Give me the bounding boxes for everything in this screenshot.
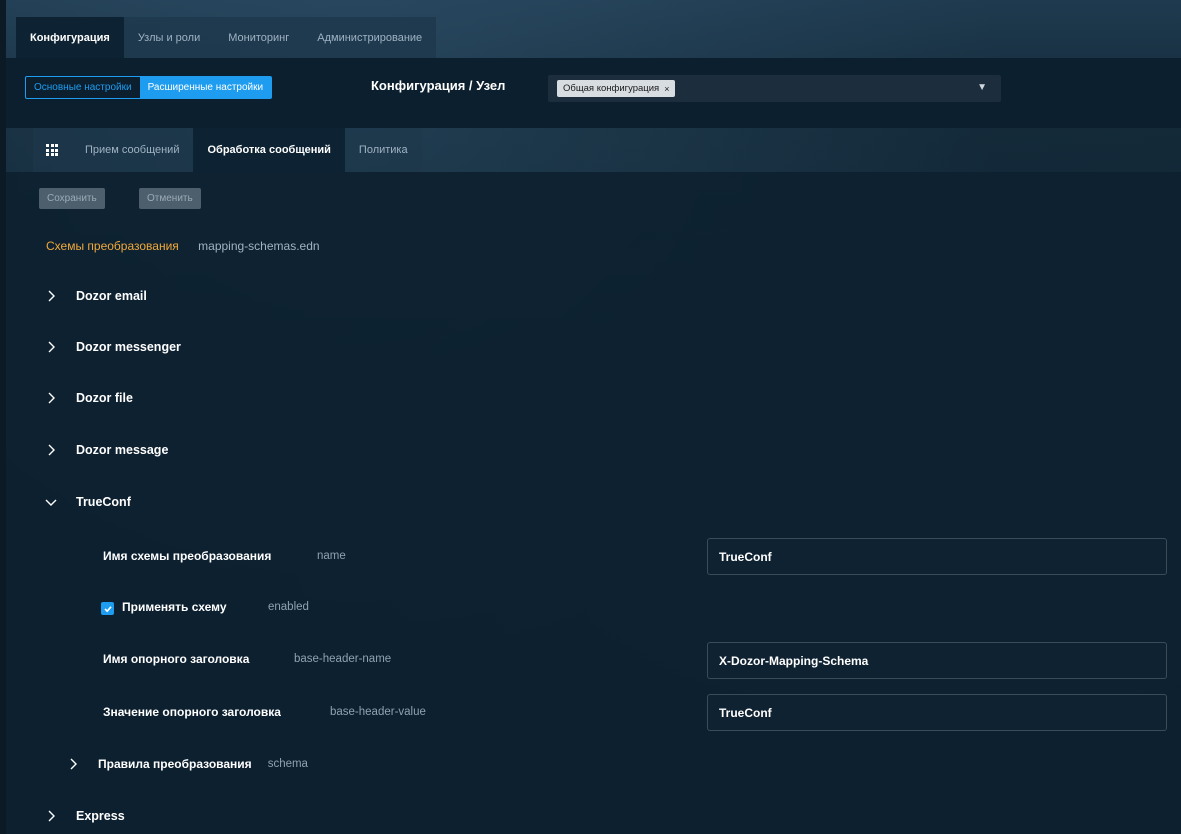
tab-nodes-roles[interactable]: Узлы и роли (123, 17, 215, 58)
chevron-right-icon (64, 755, 82, 773)
chevron-right-icon (42, 441, 60, 459)
schema-row-dozor-message[interactable]: Dozor message (42, 438, 168, 462)
app-window: Конфигурация Узлы и роли Мониторинг Адми… (6, 0, 1181, 834)
base-header-value-input[interactable] (707, 694, 1167, 731)
rules-row[interactable]: Правила преобразования schema (64, 752, 308, 776)
tab-message-processing[interactable]: Обработка сообщений (193, 128, 345, 172)
grid-icon (46, 144, 58, 156)
schema-label: Dozor email (76, 289, 147, 303)
top-tabbar: Конфигурация Узлы и роли Мониторинг Адми… (16, 17, 437, 58)
dropdown-arrow-icon[interactable]: ▼ (977, 82, 987, 93)
config-node-select[interactable]: Общая конфигурация × ▼ (548, 75, 1001, 102)
schema-name-label: Имя схемы преобразования (103, 549, 272, 563)
chevron-down-icon (42, 493, 60, 511)
enabled-label: Применять схему (122, 600, 227, 614)
rules-key: schema (267, 758, 308, 770)
base-header-name-label: Имя опорного заголовка (103, 652, 250, 666)
chevron-right-icon (42, 287, 60, 305)
basic-settings-button[interactable]: Основные настройки (26, 77, 140, 98)
schema-name-key: name (317, 550, 346, 562)
file-name: mapping-schemas.edn (198, 239, 320, 253)
tab-monitoring[interactable]: Мониторинг (214, 17, 304, 58)
save-button[interactable]: Сохранить (39, 188, 105, 209)
grid-menu-button[interactable] (33, 128, 71, 172)
chevron-right-icon (42, 807, 60, 825)
file-header: Схемы преобразования mapping-schemas.edn (46, 239, 320, 253)
config-toolbar: Основные настройки Расширенные настройки… (6, 58, 1181, 128)
schema-label: TrueConf (76, 495, 131, 509)
base-header-name-key: base-header-name (294, 653, 392, 665)
chip-remove-icon[interactable]: × (664, 84, 669, 94)
cancel-button[interactable]: Отменить (139, 188, 201, 209)
settings-mode-toggle: Основные настройки Расширенные настройки (25, 76, 273, 99)
checkmark-icon (103, 605, 112, 612)
tab-administration[interactable]: Администрирование (303, 17, 437, 58)
selected-config-chip: Общая конфигурация × (557, 80, 676, 97)
schema-name-input[interactable] (707, 538, 1167, 575)
top-navigation: Конфигурация Узлы и роли Мониторинг Адми… (6, 0, 1181, 58)
schema-label: Dozor file (76, 391, 133, 405)
advanced-settings-button[interactable]: Расширенные настройки (139, 77, 272, 98)
base-header-value-key: base-header-value (330, 706, 426, 718)
config-node-label: Конфигурация / Узел (371, 78, 506, 93)
tab-policy[interactable]: Политика (344, 128, 422, 172)
enabled-key: enabled (268, 601, 309, 613)
tab-configuration[interactable]: Конфигурация (16, 17, 124, 58)
chevron-right-icon (42, 389, 60, 407)
schema-row-dozor-email[interactable]: Dozor email (42, 284, 147, 308)
schema-row-express[interactable]: Express (42, 804, 125, 828)
tab-message-receiving[interactable]: Прием сообщений (71, 128, 194, 172)
rules-label: Правила преобразования (98, 757, 252, 771)
section-tabs: Прием сообщений Обработка сообщений Поли… (33, 128, 422, 172)
file-section-title: Схемы преобразования (46, 239, 179, 253)
chip-label: Общая конфигурация (563, 83, 660, 94)
enabled-checkbox[interactable] (101, 602, 114, 615)
main-panel: Сохранить Отменить Схемы преобразования … (6, 172, 1181, 834)
schema-row-dozor-messenger[interactable]: Dozor messenger (42, 335, 181, 359)
chevron-right-icon (42, 338, 60, 356)
base-header-value-label: Значение опорного заголовка (103, 705, 281, 719)
schema-row-trueconf[interactable]: TrueConf (42, 490, 131, 514)
schema-label: Dozor message (76, 443, 169, 457)
base-header-name-input[interactable] (707, 642, 1167, 679)
schema-row-dozor-file[interactable]: Dozor file (42, 386, 133, 410)
schema-label: Dozor messenger (76, 340, 181, 354)
schema-label: Express (76, 809, 125, 823)
